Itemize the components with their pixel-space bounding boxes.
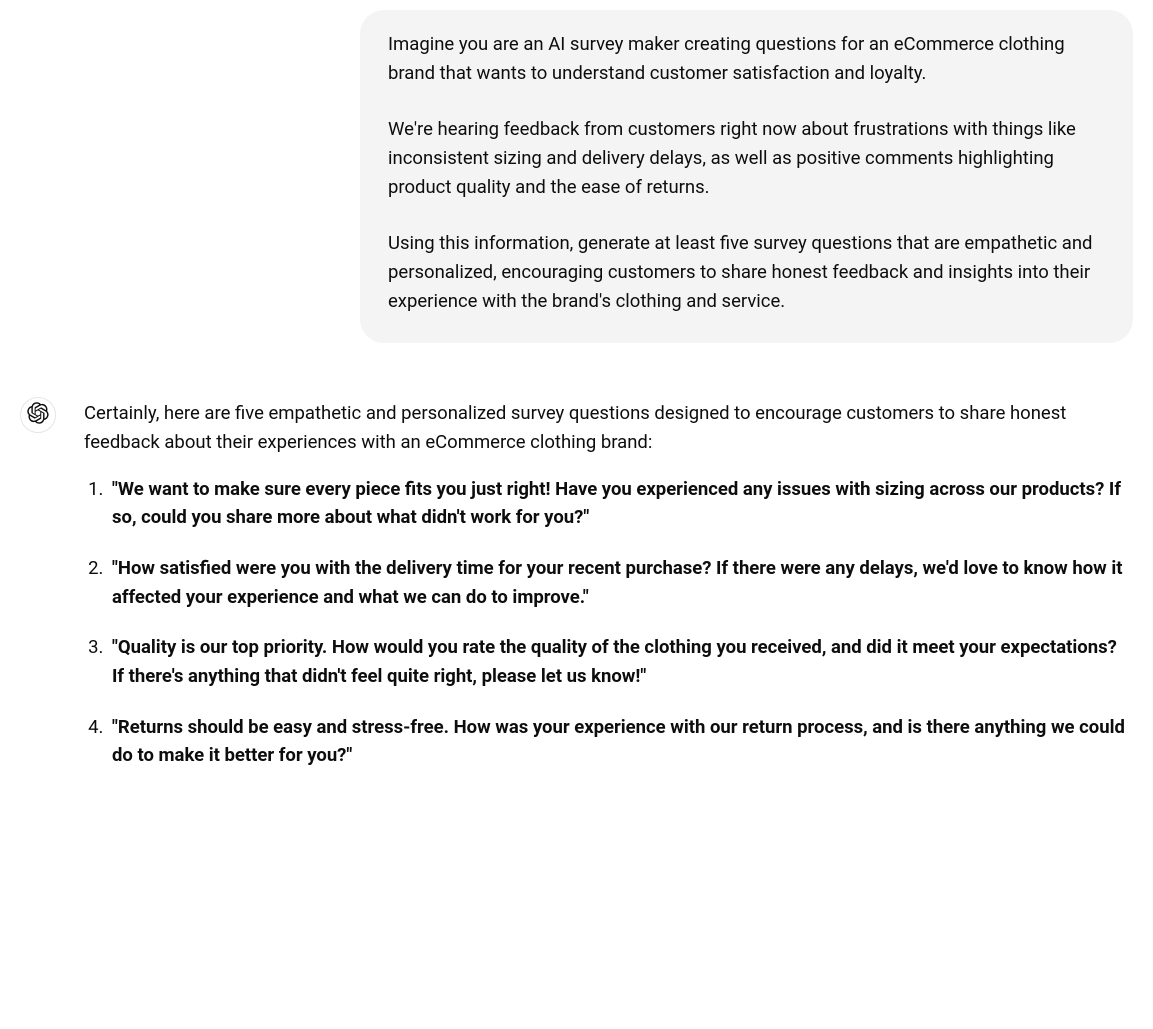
list-item: "Quality is our top priority. How would … <box>108 633 1133 690</box>
list-item: "How satisfied were you with the deliver… <box>108 554 1133 611</box>
chat-container: Imagine you are an AI survey maker creat… <box>20 10 1133 792</box>
list-item: "We want to make sure every piece fits y… <box>108 475 1133 532</box>
list-item: "Returns should be easy and stress-free.… <box>108 713 1133 770</box>
openai-logo-icon <box>27 402 49 428</box>
assistant-message: Certainly, here are five empathetic and … <box>20 393 1133 792</box>
user-paragraph: Using this information, generate at leas… <box>388 229 1105 315</box>
user-paragraph: Imagine you are an AI survey maker creat… <box>388 30 1105 87</box>
user-message: Imagine you are an AI survey maker creat… <box>360 10 1133 343</box>
assistant-body: Certainly, here are five empathetic and … <box>84 399 1133 792</box>
assistant-avatar <box>20 397 56 433</box>
user-paragraph: We're hearing feedback from customers ri… <box>388 115 1105 201</box>
assistant-list: "We want to make sure every piece fits y… <box>84 475 1133 770</box>
assistant-intro: Certainly, here are five empathetic and … <box>84 399 1133 456</box>
